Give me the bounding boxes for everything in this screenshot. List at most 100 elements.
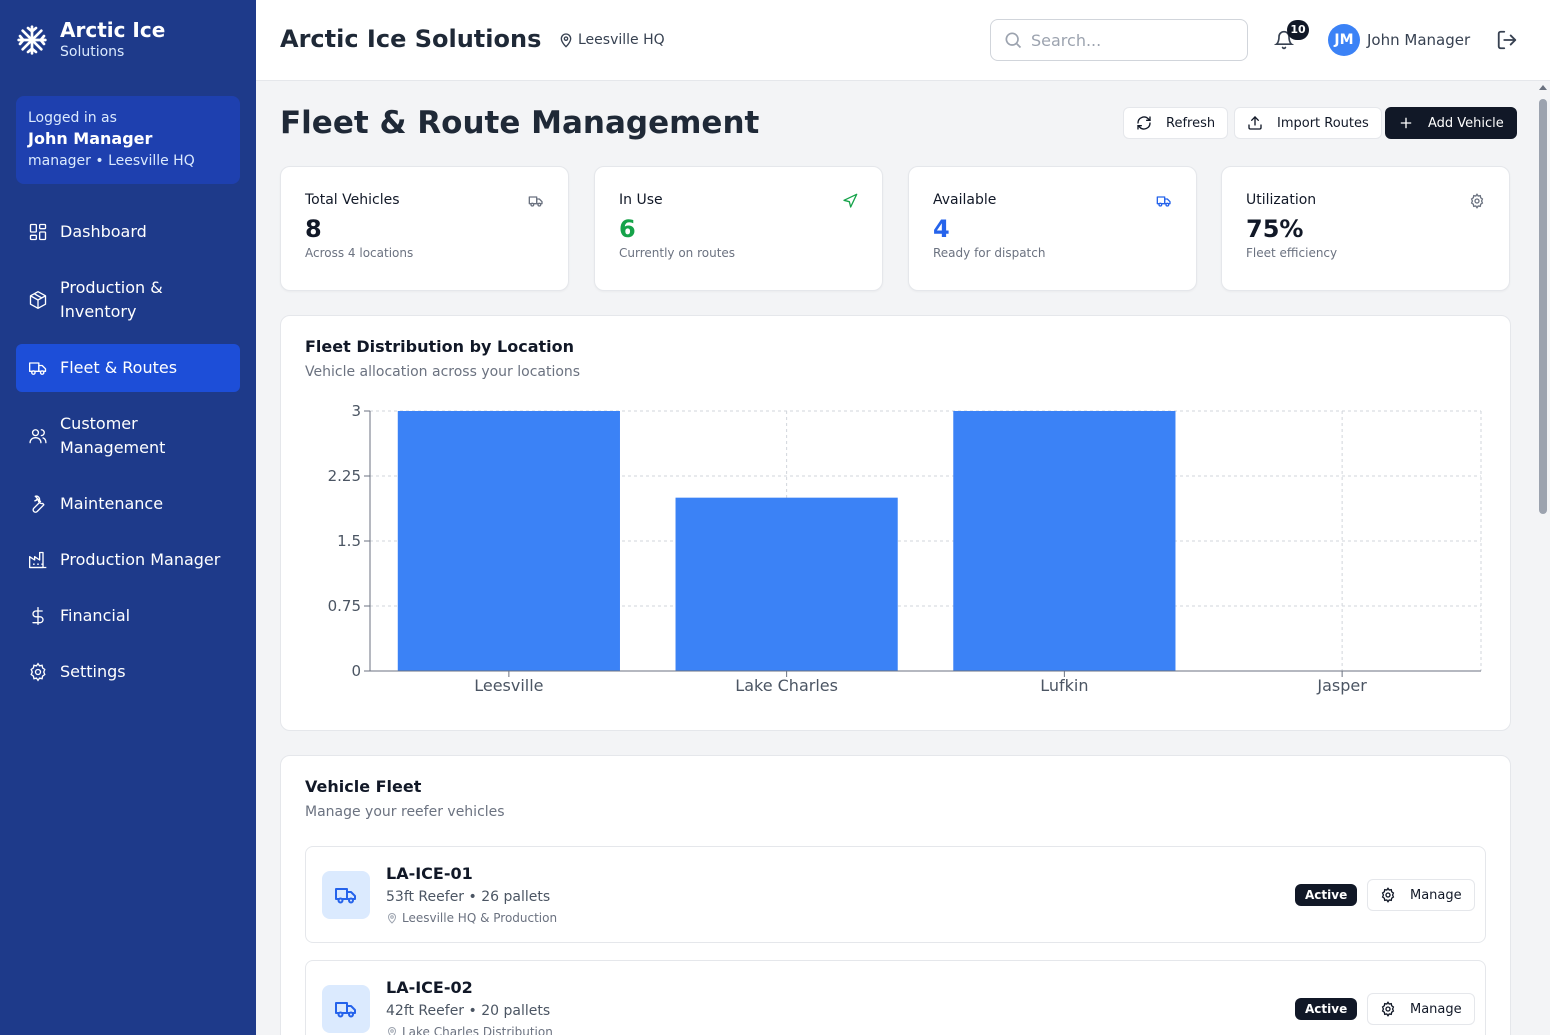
x-tick-label: Jasper [1316, 676, 1367, 695]
sidebar-item-label: Financial [60, 606, 131, 625]
chart-bar [397, 411, 620, 671]
dashboard-icon [28, 222, 48, 242]
stat-card-utilization: Utilization 75% Fleet efficiency [1221, 166, 1510, 291]
sidebar-item-maintenance[interactable]: Maintenance [16, 480, 240, 528]
stat-subtext: Fleet efficiency [1246, 246, 1338, 260]
brand-title: Arctic Ice [60, 18, 166, 42]
stat-label: Total Vehicles [305, 192, 400, 208]
navigation-icon [843, 193, 858, 208]
import-routes-button[interactable]: Import Routes [1234, 107, 1382, 139]
search-box[interactable] [990, 19, 1248, 61]
search-input[interactable] [1031, 30, 1231, 50]
stat-card-total-vehicles: Total Vehicles 8 Across 4 locations [280, 166, 569, 291]
truck-icon [1156, 196, 1171, 207]
truck-icon [335, 1002, 356, 1018]
dollar-icon [28, 606, 48, 626]
stat-value: 8 [305, 215, 322, 243]
sidebar-item-customer-management[interactable]: Customer Management [16, 400, 240, 472]
avatar[interactable]: JM [1328, 24, 1360, 56]
map-pin-icon [560, 33, 572, 48]
header-location: Leesville HQ [558, 30, 665, 50]
y-tick-label: 1.5 [337, 532, 361, 550]
refresh-icon [1137, 116, 1151, 130]
truck-icon [335, 888, 356, 904]
top-header: Arctic Ice Solutions Leesville HQ 10 JM … [256, 0, 1550, 81]
vehicle-location-label: Leesville HQ & Production [402, 911, 558, 925]
notification-badge: 10 [1287, 20, 1309, 40]
page-title: Fleet & Route Management [280, 105, 760, 141]
sidebar-item-production-manager[interactable]: Production Manager [16, 536, 240, 584]
fleet-card-subtitle: Manage your reefer vehicles [305, 804, 505, 820]
y-tick-label: 0 [351, 662, 361, 680]
stat-card-in-use: In Use 6 Currently on routes [594, 166, 883, 291]
vehicle-id: LA-ICE-02 [386, 978, 473, 997]
manage-button[interactable]: Manage [1367, 879, 1475, 911]
sidebar-item-financial[interactable]: Financial [16, 592, 240, 640]
refresh-button[interactable]: Refresh [1123, 107, 1229, 139]
plus-icon [1400, 117, 1412, 129]
y-tick-label: 3 [351, 402, 361, 420]
map-pin-icon [387, 913, 397, 924]
import-routes-label: Import Routes [1277, 115, 1369, 131]
logged-in-label: Logged in as [28, 110, 117, 126]
sidebar-item-production-inventory[interactable]: Production & Inventory [16, 264, 240, 336]
vehicle-avatar [322, 985, 370, 1033]
fleet-distribution-card: Fleet Distribution by Location Vehicle a… [280, 315, 1511, 731]
gear-icon [1381, 1001, 1395, 1017]
sidebar-item-label: Production & Inventory [60, 278, 163, 321]
status-badge: Active [1295, 884, 1358, 906]
scroll-up-arrow[interactable] [1539, 85, 1547, 90]
sidebar-item-settings[interactable]: Settings [16, 648, 240, 696]
sidebar: Arctic Ice Solutions Logged in as John M… [0, 0, 256, 1035]
manage-button-label: Manage [1410, 887, 1462, 903]
truck-icon [28, 358, 48, 378]
stat-label: Available [933, 192, 997, 208]
vehicle-avatar [322, 871, 370, 919]
logout-icon[interactable] [1496, 29, 1518, 51]
main-content: Fleet & Route Management Refresh Import … [256, 81, 1536, 1035]
vehicle-row[interactable]: LA-ICE-02 42ft Reefer • 20 pallets Lake … [305, 960, 1486, 1035]
stat-subtext: Across 4 locations [305, 246, 414, 260]
sidebar-item-label: Fleet & Routes [60, 358, 178, 377]
sidebar-item-label: Settings [60, 662, 126, 681]
stat-card-available: Available 4 Ready for dispatch [908, 166, 1197, 291]
vehicle-location: Lake Charles Distribution [386, 1024, 553, 1035]
box-icon [28, 290, 48, 310]
sidebar-item-label: Dashboard [60, 222, 147, 241]
sidebar-item-label: Customer Management [60, 414, 166, 457]
wrench-icon [28, 494, 48, 514]
vehicle-spec: 53ft Reefer • 26 pallets [386, 889, 551, 905]
page-scrollbar[interactable] [1536, 81, 1550, 1035]
stat-subtext: Ready for dispatch [933, 246, 1046, 260]
snowflake-icon [17, 25, 47, 55]
search-icon [1005, 32, 1022, 49]
vehicle-location: Leesville HQ & Production [386, 910, 557, 926]
vehicle-spec: 42ft Reefer • 20 pallets [386, 1003, 551, 1019]
fleet-card-title: Vehicle Fleet [305, 777, 422, 796]
header-user-name[interactable]: John Manager [1367, 30, 1470, 50]
factory-icon [28, 550, 48, 570]
manage-button[interactable]: Manage [1367, 993, 1475, 1025]
y-tick-label: 0.75 [328, 597, 361, 615]
gear-icon [1470, 193, 1484, 209]
vehicle-id: LA-ICE-01 [386, 864, 473, 883]
scroll-thumb[interactable] [1539, 99, 1547, 514]
stat-label: Utilization [1246, 192, 1317, 208]
stat-label: In Use [619, 192, 663, 208]
sidebar-item-dashboard[interactable]: Dashboard [16, 208, 240, 256]
add-vehicle-button[interactable]: Add Vehicle [1385, 107, 1517, 139]
vehicle-row[interactable]: LA-ICE-01 53ft Reefer • 26 pallets Leesv… [305, 846, 1486, 943]
truck-icon [528, 196, 543, 207]
chart-bar [953, 411, 1176, 671]
app-title: Arctic Ice Solutions [280, 25, 542, 53]
chart-bar [675, 497, 898, 671]
vehicle-location-label: Lake Charles Distribution [402, 1025, 553, 1035]
header-location-label: Leesville HQ [578, 32, 665, 48]
gear-icon [1381, 887, 1395, 903]
status-badge: Active [1295, 998, 1358, 1020]
stat-subtext: Currently on routes [619, 246, 736, 260]
user-box-name: John Manager [28, 129, 153, 148]
sidebar-item-fleet-routes[interactable]: Fleet & Routes [16, 344, 240, 392]
map-pin-icon [387, 1027, 397, 1035]
fleet-distribution-chart: 0 0.75 1.5 2.25 3 Leesville Lake Charles Lufkin… [328, 402, 1482, 695]
